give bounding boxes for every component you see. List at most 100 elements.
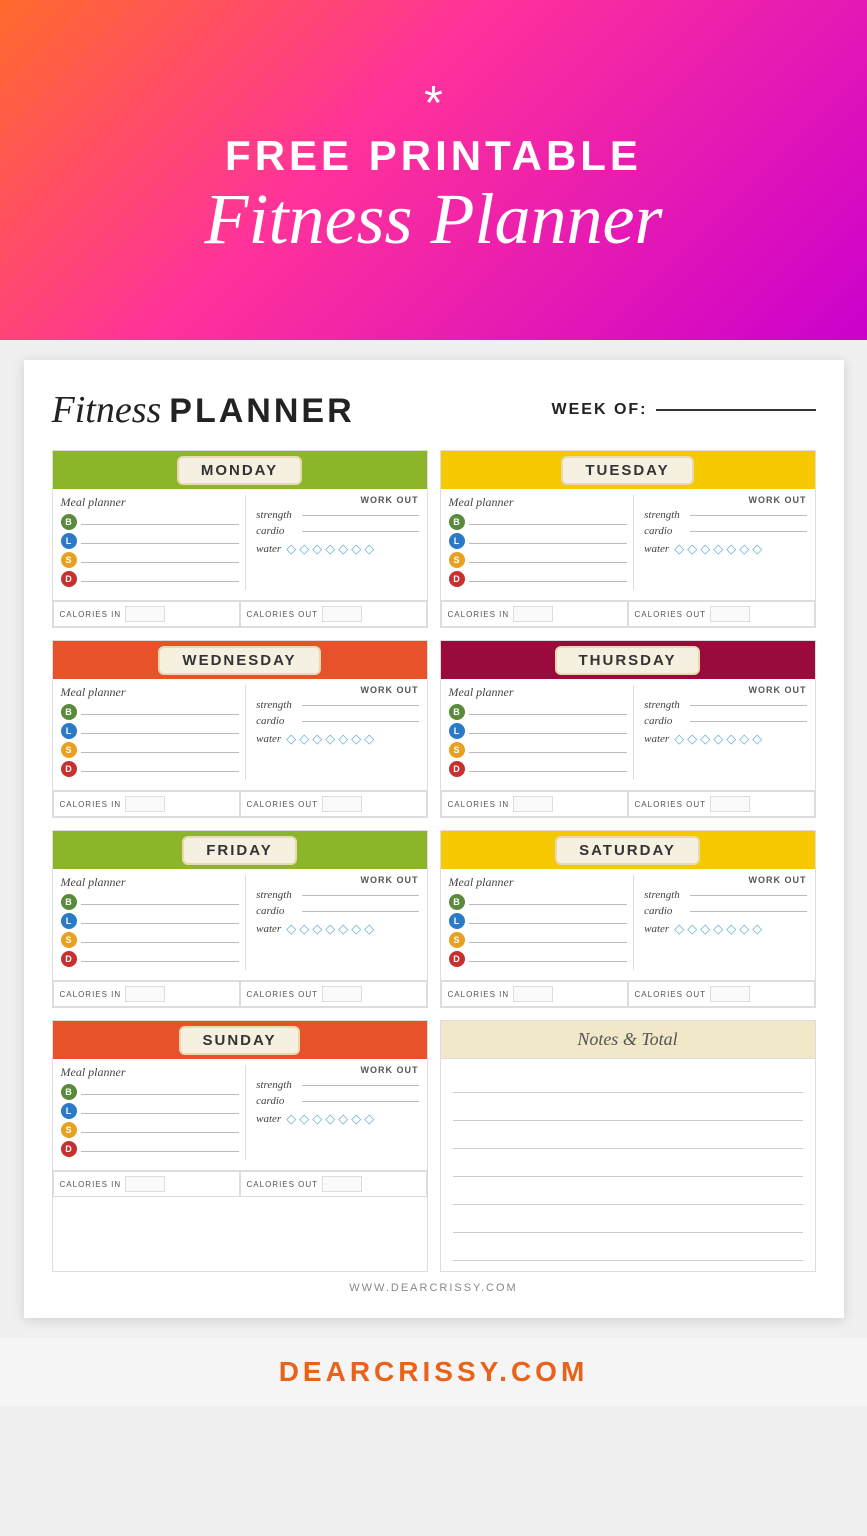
meal-icon-l: L	[61, 533, 77, 549]
meal-row-b: B	[449, 704, 628, 720]
meal-line	[469, 771, 628, 772]
meal-row-b: B	[61, 1084, 240, 1100]
water-label: water	[644, 923, 669, 935]
calories-out-label: CALORIES OUT	[635, 610, 707, 619]
calories-in-label: CALORIES IN	[60, 1180, 122, 1189]
water-drop-icon: ◇	[325, 541, 335, 557]
meal-section: Meal plannerBLSD	[61, 875, 247, 970]
water-label: water	[256, 733, 281, 745]
meal-icon-d: D	[61, 1141, 77, 1157]
workout-row-cardio: cardio	[256, 1095, 418, 1107]
meal-line	[469, 524, 628, 525]
calories-in-label: CALORIES IN	[60, 800, 122, 809]
planner-document: Fitness PLANNER WEEK OF: MONDAYMeal plan…	[24, 360, 844, 1318]
water-drop-icon: ◇	[687, 731, 697, 747]
note-line[interactable]	[453, 1151, 803, 1177]
calories-in-label: CALORIES IN	[448, 990, 510, 999]
calories-value-box[interactable]	[322, 986, 362, 1002]
meal-icon-l: L	[61, 1103, 77, 1119]
calories-value-box[interactable]	[710, 986, 750, 1002]
calories-out-box: CALORIES OUT	[240, 601, 427, 627]
meal-line	[81, 904, 240, 905]
meal-line	[81, 733, 240, 734]
meal-line	[81, 562, 240, 563]
meal-row-b: B	[449, 514, 628, 530]
meal-section: Meal plannerBLSD	[449, 495, 635, 590]
meal-icon-b: B	[449, 894, 465, 910]
calories-in-box: CALORIES IN	[53, 1171, 240, 1197]
workout-line	[302, 1101, 418, 1102]
meal-icon-d: D	[449, 761, 465, 777]
note-line[interactable]	[453, 1067, 803, 1093]
day-name-badge: WEDNESDAY	[158, 646, 320, 675]
calories-value-box[interactable]	[322, 1176, 362, 1192]
workout-row-strength: strength	[644, 699, 806, 711]
workout-section: WORK OUTstrengthcardiowater◇◇◇◇◇◇◇	[252, 875, 418, 970]
meal-icon-b: B	[61, 1084, 77, 1100]
calories-out-label: CALORIES OUT	[247, 800, 319, 809]
water-drop-icon: ◇	[752, 541, 762, 557]
meal-section: Meal plannerBLSD	[449, 875, 635, 970]
meal-row-b: B	[61, 704, 240, 720]
meal-row-s: S	[61, 742, 240, 758]
note-line[interactable]	[453, 1095, 803, 1121]
meal-row-s: S	[61, 1122, 240, 1138]
day-card-sunday: SUNDAYMeal plannerBLSDWORK OUTstrengthca…	[52, 1020, 428, 1272]
calories-value-box[interactable]	[322, 796, 362, 812]
note-line[interactable]	[453, 1179, 803, 1205]
meal-row-l: L	[449, 533, 628, 549]
calories-out-label: CALORIES OUT	[247, 610, 319, 619]
meal-row-d: D	[61, 951, 240, 967]
water-drop-icon: ◇	[739, 731, 749, 747]
water-drop-icon: ◇	[674, 921, 684, 937]
workout-line	[690, 721, 806, 722]
water-drop-icon: ◇	[674, 731, 684, 747]
calories-value-box[interactable]	[513, 606, 553, 622]
calories-value-box[interactable]	[513, 986, 553, 1002]
calories-value-box[interactable]	[125, 796, 165, 812]
calories-row: CALORIES IN CALORIES OUT	[53, 790, 427, 817]
day-name-badge: SUNDAY	[179, 1026, 301, 1055]
day-body: Meal plannerBLSDWORK OUTstrengthcardiowa…	[441, 679, 815, 786]
water-drop-icon: ◇	[338, 1111, 348, 1127]
calories-row: CALORIES INCALORIES OUT	[53, 980, 427, 1007]
bottom-row: SUNDAYMeal plannerBLSDWORK OUTstrengthca…	[52, 1020, 816, 1272]
calories-value-box[interactable]	[125, 986, 165, 1002]
meal-icon-b: B	[61, 894, 77, 910]
workout-section: WORK OUTstrengthcardiowater◇◇◇◇◇◇◇	[640, 495, 806, 590]
workout-type-strength: strength	[644, 699, 686, 711]
note-line[interactable]	[453, 1123, 803, 1149]
calories-value-box[interactable]	[125, 1176, 165, 1192]
meal-line	[81, 581, 240, 582]
calories-value-box[interactable]	[513, 796, 553, 812]
header-banner: * FREE PRINTABLE Fitness Planner	[0, 0, 867, 340]
calories-row: CALORIES IN CALORIES OUT	[441, 600, 815, 627]
note-line[interactable]	[453, 1207, 803, 1233]
note-line[interactable]	[453, 1235, 803, 1261]
meal-row-l: L	[61, 1103, 240, 1119]
workout-line	[302, 911, 418, 912]
calories-value-box[interactable]	[710, 796, 750, 812]
meal-line	[469, 562, 628, 563]
workout-line	[690, 531, 806, 532]
meal-label: Meal planner	[61, 685, 240, 700]
calories-value-box[interactable]	[710, 606, 750, 622]
meal-icon-l: L	[61, 913, 77, 929]
day-header-friday: FRIDAY	[53, 831, 427, 869]
meal-row-d: D	[449, 761, 628, 777]
water-drop-icon: ◇	[700, 921, 710, 937]
calories-value-box[interactable]	[322, 606, 362, 622]
workout-section: WORK OUTstrengthcardiowater◇◇◇◇◇◇◇	[252, 1065, 418, 1160]
meal-row-l: L	[61, 723, 240, 739]
meal-label: Meal planner	[449, 875, 628, 890]
meal-row-b: B	[61, 514, 240, 530]
calories-in-box: CALORIES IN	[53, 791, 240, 817]
meal-row-s: S	[61, 932, 240, 948]
calories-in-label: CALORIES IN	[448, 610, 510, 619]
meal-line	[81, 524, 240, 525]
day-body: Meal plannerBLSDWORK OUTstrengthcardiowa…	[53, 869, 427, 976]
meal-line	[81, 1094, 240, 1095]
meal-line	[469, 923, 628, 924]
calories-in-box: CALORIES IN	[441, 981, 628, 1007]
calories-value-box[interactable]	[125, 606, 165, 622]
